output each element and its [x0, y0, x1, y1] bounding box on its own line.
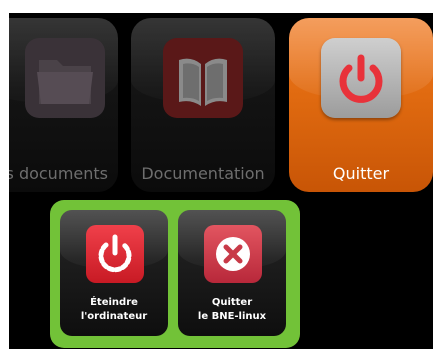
- folder-icon: [25, 38, 105, 118]
- shutdown-label-line2: l'ordinateur: [80, 311, 148, 322]
- shutdown-label: Éteindre l'ordinateur: [60, 296, 168, 324]
- quit-tile[interactable]: Quitter: [289, 18, 433, 192]
- shutdown-button[interactable]: Éteindre l'ordinateur: [60, 210, 168, 336]
- power-icon: [86, 225, 144, 283]
- quit-bne-label-line2: le BNE-linux: [197, 311, 267, 322]
- documentation-tile[interactable]: Documentation: [131, 18, 275, 192]
- book-icon: [163, 38, 243, 118]
- quit-bne-label-line1: Quitter: [211, 297, 253, 308]
- documents-tile[interactable]: s documents: [9, 18, 118, 192]
- close-icon: [204, 225, 262, 283]
- power-icon: [321, 38, 401, 118]
- quit-bne-label: Quitter le BNE-linux: [178, 296, 286, 324]
- quit-submenu: Éteindre l'ordinateur Quitter le BNE-lin…: [50, 200, 300, 348]
- menu-screen: s documents Documentation Quitter Éteind…: [9, 13, 433, 349]
- documents-label: s documents: [9, 164, 108, 183]
- documentation-label: Documentation: [141, 164, 265, 183]
- quit-bne-button[interactable]: Quitter le BNE-linux: [178, 210, 286, 336]
- shutdown-label-line1: Éteindre: [90, 297, 138, 308]
- quit-label: Quitter: [332, 164, 390, 183]
